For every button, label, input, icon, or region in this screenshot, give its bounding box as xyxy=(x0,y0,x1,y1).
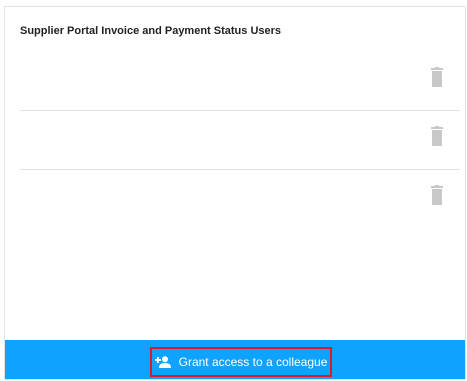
grant-access-label: Grant access to a colleague xyxy=(178,355,328,369)
panel-title: Supplier Portal Invoice and Payment Stat… xyxy=(20,25,282,37)
user-row xyxy=(20,169,460,228)
panel-footer: Grant access to a colleague xyxy=(5,340,465,379)
users-panel: Supplier Portal Invoice and Payment Stat… xyxy=(4,6,466,380)
user-row xyxy=(20,110,460,170)
grant-access-button[interactable]: Grant access to a colleague xyxy=(150,347,332,377)
trash-icon[interactable] xyxy=(430,67,444,87)
add-person-icon xyxy=(154,356,171,368)
user-row xyxy=(20,51,460,111)
trash-icon[interactable] xyxy=(430,185,444,205)
trash-icon[interactable] xyxy=(430,126,444,146)
